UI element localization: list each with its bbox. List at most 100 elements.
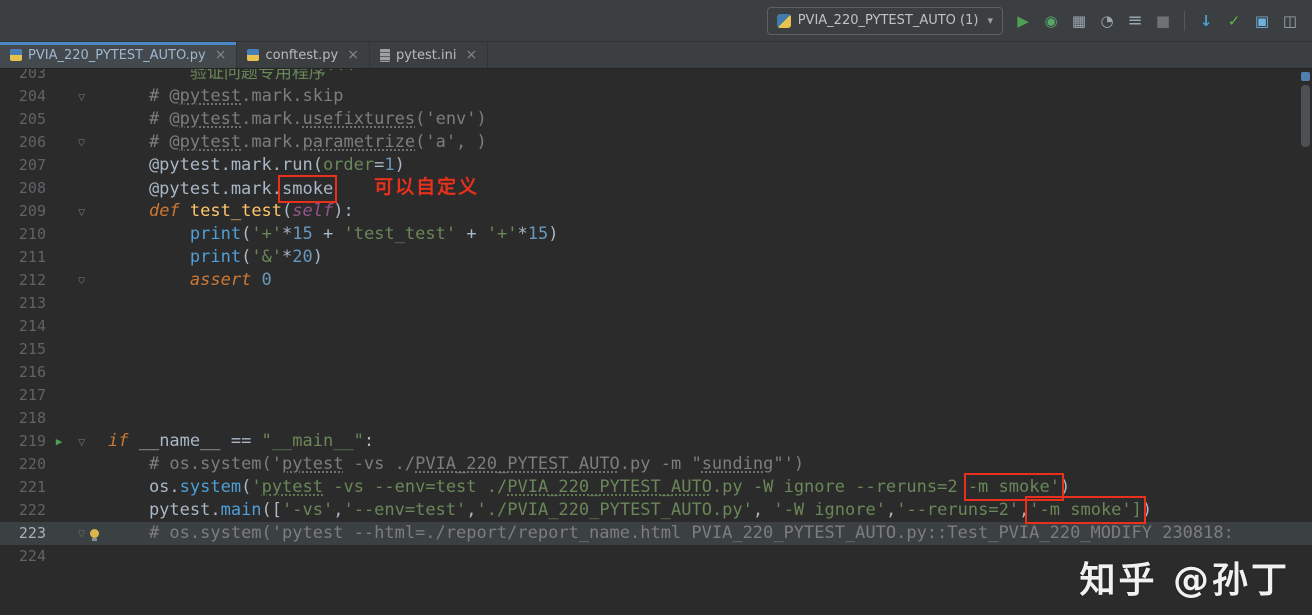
tab-pytest.ini[interactable]: pytest.ini × — [370, 42, 489, 68]
annotation-box: -m smoke' — [963, 473, 1064, 501]
token: .mark.skip — [241, 86, 344, 106]
code-line-218[interactable]: 218 — [0, 407, 1312, 430]
code-line-206[interactable]: 206 ⌂ # @pytest.mark.parametrize('a', ) — [0, 131, 1312, 154]
code-line-214[interactable]: 214 — [0, 315, 1312, 338]
inspection-indicator[interactable] — [1301, 72, 1310, 81]
restore-icon[interactable] — [1278, 9, 1302, 33]
close-icon[interactable]: × — [215, 48, 227, 62]
run-config-selector[interactable]: PVIA_220_PYTEST_AUTO (1) ▾ — [766, 6, 1003, 35]
gutter-cell — [72, 69, 104, 85]
code-line-208[interactable]: 208 @pytest.mark.smoke 可以自定义 — [0, 175, 1312, 203]
line-number: 204 — [18, 87, 46, 105]
line-number: 219 — [18, 432, 46, 450]
fold-open-icon[interactable]: ▽ — [78, 206, 85, 218]
run-test-icon[interactable]: ▶ — [56, 436, 63, 447]
line-number: 203 — [18, 69, 46, 82]
line-number: 207 — [18, 156, 46, 174]
code-line-219[interactable]: 219 ▶ ▽ if __name__ == "__main__": — [0, 430, 1312, 453]
code-line-210[interactable]: 210 print('+'*15 + 'test_test' + '+'*15) — [0, 223, 1312, 246]
token: , — [333, 500, 344, 520]
token: .py -W ignore --reruns=2 — [711, 477, 968, 497]
token: 20 — [292, 247, 313, 267]
gutter: 224 — [0, 545, 104, 568]
gutter: 206 ⌂ — [0, 131, 104, 154]
gutter-cell — [46, 131, 72, 154]
concurrency-icon[interactable] — [1123, 9, 1147, 33]
gutter-cell — [46, 522, 72, 545]
layout-icon[interactable] — [1250, 9, 1274, 33]
run-icon[interactable] — [1011, 9, 1035, 33]
scrollbar[interactable] — [1299, 69, 1312, 615]
code-line-207[interactable]: 207 @pytest.mark.run(order=1) — [0, 154, 1312, 177]
watermark: 知乎 @孙丁 — [1079, 560, 1290, 601]
python-icon — [776, 13, 791, 28]
fold-open-icon[interactable]: ▽ — [78, 91, 85, 103]
code-line-213[interactable]: 213 — [0, 292, 1312, 315]
code-text: # @pytest.mark.parametrize('a', ) — [104, 131, 487, 154]
tab-PVIA_220_PYTEST_AUTO.py[interactable]: PVIA_220_PYTEST_AUTO.py × — [0, 42, 238, 68]
token: .mark. — [241, 109, 303, 129]
close-icon[interactable]: × — [347, 48, 359, 62]
debug-icon[interactable] — [1039, 9, 1063, 33]
token: ) — [312, 247, 324, 267]
code-line-217[interactable]: 217 — [0, 384, 1312, 407]
fold-end-icon[interactable]: ⌂ — [78, 274, 85, 288]
code-line-203[interactable]: 203 验证问题专用程序''' — [0, 69, 1312, 85]
code-line-222[interactable]: 222 pytest.main(['-vs','--env=test','./P… — [0, 496, 1312, 524]
code-line-209[interactable]: 209 ▽ def test_test(self): — [0, 200, 1312, 223]
token: '+' — [251, 224, 283, 244]
gutter-cell — [72, 246, 104, 269]
code-line-220[interactable]: 220 # os.system('pytest -vs ./PVIA_220_P… — [0, 453, 1312, 476]
code-line-212[interactable]: 212 ⌂ assert 0 — [0, 269, 1312, 292]
code-text: print('+'*15 + 'test_test' + '+'*15) — [104, 223, 559, 246]
gutter-cell — [46, 85, 72, 108]
close-icon[interactable]: × — [465, 48, 477, 62]
fold-end-icon[interactable]: ⌂ — [78, 527, 85, 541]
gutter-cell: ⌂ — [72, 269, 104, 292]
fold-open-icon[interactable]: ▽ — [78, 436, 85, 448]
code-line-205[interactable]: 205 # @pytest.mark.usefixtures('env') — [0, 108, 1312, 131]
gutter: 223 ⌂ — [0, 522, 104, 545]
token: ('a', ) — [415, 132, 487, 152]
code-line-223[interactable]: 223 ⌂ # os.system('pytest --html=./report… — [0, 522, 1312, 545]
update-project-icon[interactable] — [1194, 9, 1218, 33]
chevron-down-icon: ▾ — [987, 14, 993, 27]
fold-end-icon[interactable]: ⌂ — [78, 136, 85, 150]
tab-conftest.py[interactable]: conftest.py × — [237, 42, 370, 68]
line-number: 211 — [18, 248, 46, 266]
gutter-cell: ▽ — [72, 85, 104, 108]
code-line-216[interactable]: 216 — [0, 361, 1312, 384]
gutter: 203 — [0, 69, 104, 85]
intention-bulb-icon[interactable] — [90, 529, 100, 541]
token: ' — [251, 477, 262, 497]
code-line-211[interactable]: 211 print('&'*20) — [0, 246, 1312, 269]
token: print — [189, 224, 242, 244]
commit-icon[interactable] — [1222, 9, 1246, 33]
token: parametrize — [302, 132, 416, 152]
code-line-204[interactable]: 204 ▽ # @pytest.mark.skip — [0, 85, 1312, 108]
tab-label: conftest.py — [265, 47, 339, 63]
gutter: 215 — [0, 338, 104, 361]
coverage-icon[interactable] — [1067, 9, 1091, 33]
code-line-215[interactable]: 215 — [0, 338, 1312, 361]
code-text: assert 0 — [104, 269, 272, 292]
gutter-cell — [46, 407, 72, 430]
code-text: # os.system('pytest --html=./report/repo… — [104, 522, 1234, 545]
profiler-icon[interactable] — [1095, 9, 1119, 33]
token: pytest — [261, 477, 323, 497]
token: 可以自定义 — [374, 176, 480, 198]
editor[interactable]: 203 验证问题专用程序''' 204 ▽ # @pytest.mark.skip 2… — [0, 69, 1312, 615]
token: 0 — [261, 270, 272, 290]
code-text: print('&'*20) — [104, 246, 323, 269]
gutter-cell — [72, 338, 104, 361]
scrollbar-thumb[interactable] — [1301, 85, 1310, 147]
code-line-221[interactable]: 221 os.system('pytest -vs --env=test ./P… — [0, 473, 1312, 501]
